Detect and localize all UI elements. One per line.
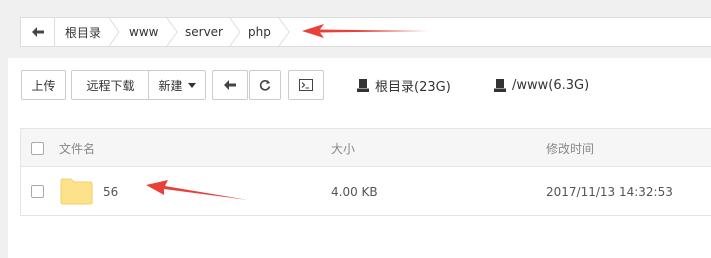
breadcrumb-item-php[interactable]: php (248, 18, 271, 46)
breadcrumb-separator (166, 18, 178, 46)
new-dropdown-button[interactable]: 新建 (148, 70, 206, 100)
arrow-left-icon (224, 80, 236, 90)
column-header-modified[interactable]: 修改时间 (546, 129, 594, 167)
disk-root[interactable]: 根目录(23G) (357, 70, 451, 100)
table-row[interactable]: 56 4.00 KB 2017/11/13 14:32:53 (21, 168, 711, 216)
annotation-arrow-icon (146, 180, 248, 200)
breadcrumb-item-www[interactable]: www (129, 18, 158, 46)
refresh-button[interactable] (249, 70, 281, 100)
disk-root-label: 根目录(23G) (375, 79, 451, 95)
terminal-button[interactable] (288, 70, 324, 100)
breadcrumb-separator (229, 18, 241, 46)
column-header-size[interactable]: 大小 (331, 129, 355, 167)
row-modified: 2017/11/13 14:32:53 (546, 185, 673, 199)
disk-www-label: /www(6.3G) (512, 77, 590, 93)
row-checkbox[interactable] (31, 185, 44, 198)
disk-icon (357, 78, 369, 92)
file-table: 文件名 大小 修改时间 56 4.00 KB 2017/11/13 14:32:… (20, 128, 711, 216)
disk-www[interactable]: /www(6.3G) (494, 70, 589, 100)
folder-icon (60, 178, 93, 205)
annotation-arrow-icon (302, 24, 428, 38)
row-name[interactable]: 56 (103, 168, 118, 216)
breadcrumb-item-server[interactable]: server (185, 18, 223, 46)
back-button[interactable] (212, 70, 248, 100)
caret-down-icon (187, 82, 196, 88)
select-all-checkbox[interactable] (31, 142, 44, 155)
terminal-icon (299, 79, 313, 91)
breadcrumb-back-button[interactable] (21, 18, 55, 46)
breadcrumb-separator (108, 18, 120, 46)
remote-download-button[interactable]: 远程下载 (71, 70, 150, 100)
upload-button[interactable]: 上传 (21, 70, 66, 100)
disk-icon (494, 78, 506, 92)
refresh-icon (259, 80, 271, 91)
breadcrumb-item-root[interactable]: 根目录 (65, 18, 101, 46)
column-header-name[interactable]: 文件名 (59, 129, 95, 167)
arrow-left-icon (31, 27, 44, 37)
table-header: 文件名 大小 修改时间 (21, 129, 711, 167)
new-button-label: 新建 (158, 78, 183, 93)
file-manager-panel: 上传 远程下载 新建 根目录(23G) /www(6.3G) 文件名 大小 修改… (8, 58, 711, 258)
row-size: 4.00 KB (331, 185, 378, 199)
breadcrumb-separator (278, 18, 290, 46)
